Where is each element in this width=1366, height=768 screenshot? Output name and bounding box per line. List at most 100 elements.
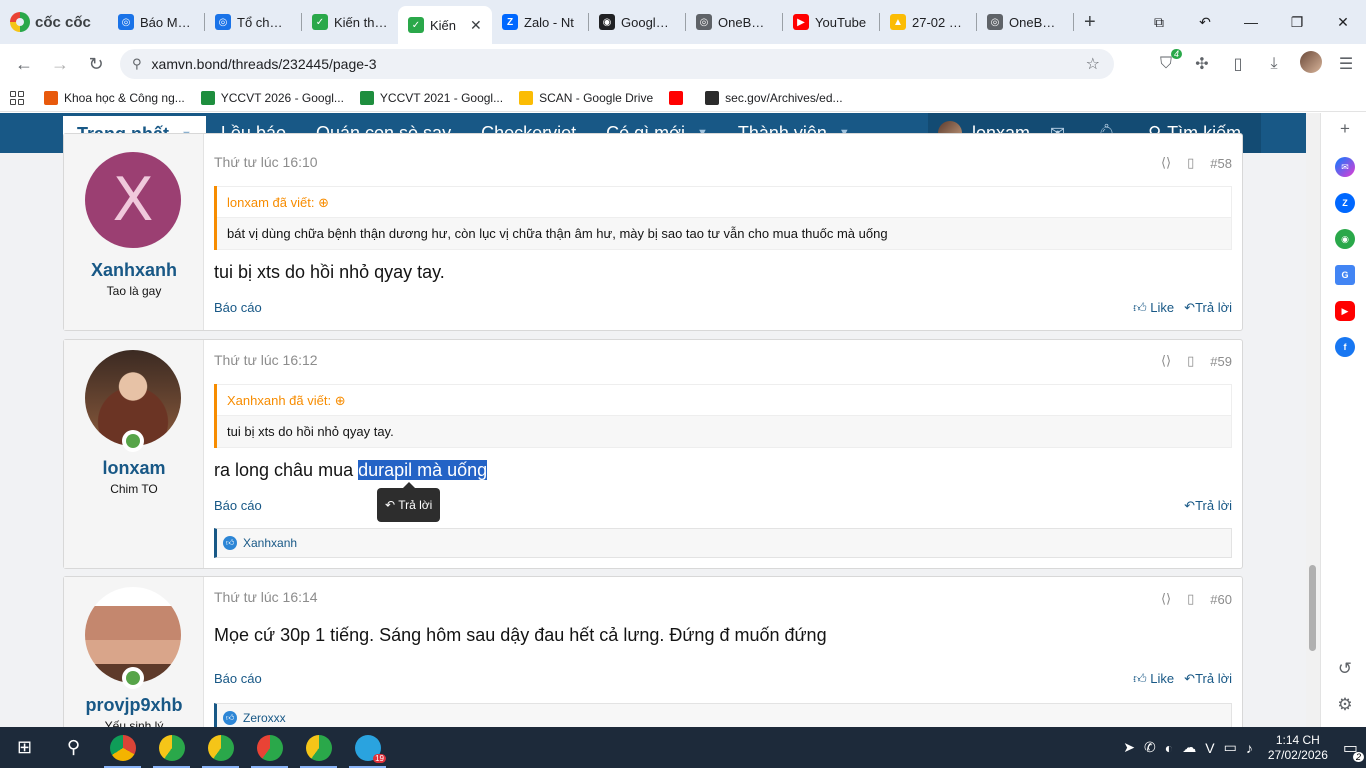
browser-tab[interactable]: Z Zalo - Nt (492, 0, 588, 44)
post-number[interactable]: #60 (1210, 592, 1232, 607)
volume-tray-icon[interactable]: ♪ (1246, 740, 1253, 756)
bookmark-icon[interactable]: ▯ (1187, 353, 1194, 369)
youtube-icon[interactable]: ▶ (1335, 301, 1355, 321)
split-view-icon[interactable]: ▯ (1228, 54, 1248, 74)
bookmark-item[interactable]: SCAN - Google Drive (511, 90, 661, 105)
post-number[interactable]: #58 (1210, 156, 1232, 171)
coccoc-logo-icon (10, 12, 30, 32)
new-tab-button[interactable]: + (1074, 11, 1106, 34)
address-url[interactable]: xamvn.bond/threads/232445/page-3 (152, 56, 377, 72)
search-icon[interactable]: ⚲ (49, 727, 98, 768)
vpn-tray-icon[interactable]: V (1205, 740, 1214, 756)
browser-brand[interactable]: cốc cốc (0, 0, 108, 44)
close-window-icon[interactable]: ✕ (1320, 14, 1366, 31)
add-panel-icon[interactable]: + (1335, 119, 1355, 139)
browser-tab[interactable]: ◎ OneBSS - (977, 0, 1073, 44)
notification-center-icon[interactable]: ▭ 2 (1343, 738, 1364, 762)
bookmark-icon[interactable]: ▯ (1187, 591, 1194, 607)
bookmark-item[interactable] (661, 90, 697, 105)
browser-tab[interactable]: ✓ Kiến thức (302, 0, 398, 44)
viber-tray-icon[interactable]: ✆ (1144, 739, 1156, 756)
author-name[interactable]: lonxam (64, 458, 204, 479)
post-date[interactable]: Thứ tư lúc 16:10 (214, 154, 318, 170)
bookmark-icon[interactable]: ▯ (1187, 155, 1194, 171)
arrow-up-circle-icon[interactable]: ⊕ (335, 393, 346, 408)
reply-button[interactable]: ↶Trả lời (1184, 671, 1232, 687)
reacted-user[interactable]: Xanhxanh (243, 536, 297, 550)
adblock-extension-icon[interactable]: ⛉ 4 (1156, 49, 1182, 73)
reacted-user[interactable]: Zeroxxx (243, 711, 286, 725)
browser-tab[interactable]: ◎ OneBSS - (686, 0, 782, 44)
report-link[interactable]: Báo cáo (214, 498, 262, 513)
bookmark-star-icon[interactable]: ☆ (1086, 54, 1100, 74)
taskbar-clock[interactable]: 1:14 CH 27/02/2026 (1262, 733, 1334, 763)
author-name[interactable]: Xanhxanh (64, 260, 204, 281)
forward-icon[interactable]: → (42, 54, 78, 75)
browser-tab[interactable]: ▲ 27-02 - G (880, 0, 976, 44)
telegram-app-icon[interactable]: 19 (343, 727, 392, 768)
coccoc-profile-3-icon[interactable] (245, 727, 294, 768)
bookmark-item[interactable]: YCCVT 2021 - Googl... (352, 90, 511, 105)
share-icon[interactable]: ⟨⟩ (1161, 353, 1171, 369)
history-icon[interactable]: ↺ (1335, 659, 1355, 679)
page-scrollbar[interactable] (1306, 113, 1320, 727)
reload-icon[interactable]: ↻ (78, 54, 114, 75)
post-actions: 👍︎ Like ↶Trả lời (1133, 300, 1232, 316)
quote-author-label: lonxam đã viết: (227, 195, 315, 210)
share-icon[interactable]: ⟨⟩ (1161, 591, 1171, 607)
post-body-text: ra long châu mua (214, 460, 359, 480)
chrome-app-icon[interactable] (98, 727, 147, 768)
download-icon[interactable]: ⤓ (1264, 55, 1284, 73)
share-icon[interactable]: ⟨⟩ (1161, 155, 1171, 171)
browser-tab[interactable]: ✓ Kiến ✕ (398, 6, 492, 44)
browser-tab[interactable]: ◉ Google N (589, 0, 685, 44)
profile-avatar[interactable] (1300, 50, 1322, 78)
extensions-puzzle-icon[interactable]: ✣ (1192, 54, 1212, 74)
onedrive-tray-icon[interactable]: ☁ (1182, 739, 1196, 756)
scrollbar-thumb[interactable] (1309, 565, 1316, 651)
report-link[interactable]: Báo cáo (214, 671, 262, 686)
browser-tab[interactable]: ◎ Báo Mới - (108, 0, 204, 44)
coccoc-app-icon[interactable] (147, 727, 196, 768)
back-history-icon[interactable]: ↶ (1182, 14, 1228, 31)
arrow-up-circle-icon[interactable]: ⊕ (318, 195, 329, 210)
back-icon[interactable]: ← (6, 54, 42, 75)
apps-grid-icon[interactable] (10, 90, 24, 105)
windows-start-icon[interactable]: ⊞ (0, 727, 49, 768)
address-bar[interactable]: ⚲ xamvn.bond/threads/232445/page-3 ☆ (120, 49, 1114, 79)
bookmark-item[interactable]: Khoa học & Công ng... (36, 90, 193, 105)
post-number[interactable]: #59 (1210, 354, 1232, 369)
coccoc-profile-2-icon[interactable] (196, 727, 245, 768)
report-link[interactable]: Báo cáo (214, 300, 262, 315)
tab-close-icon[interactable]: ✕ (470, 17, 482, 34)
minimize-icon[interactable]: — (1228, 14, 1274, 30)
author-name[interactable]: provjp9xhb (64, 695, 204, 716)
browser-tab[interactable]: ◎ Tổ chức l (205, 0, 301, 44)
quote-author[interactable]: Xanhxanh đã viết: ⊕ (217, 384, 1232, 416)
google-translate-icon[interactable]: G (1335, 265, 1355, 285)
author-avatar[interactable]: X (85, 152, 181, 248)
like-button[interactable]: 👍︎ Like (1133, 300, 1174, 316)
telegram-tray-icon[interactable]: ➤ (1123, 739, 1135, 756)
game-icon[interactable]: ◉ (1335, 229, 1355, 249)
like-button[interactable]: 👍︎ Like (1133, 671, 1174, 687)
zalo-icon[interactable]: Z (1335, 193, 1355, 213)
browser-tab[interactable]: ▶ YouTube (783, 0, 879, 44)
reply-button[interactable]: ↶Trả lời (1184, 300, 1232, 316)
messenger-icon[interactable]: ✉ (1335, 157, 1355, 177)
coccoc-profile-4-icon[interactable] (294, 727, 343, 768)
edge-tray-icon[interactable]: ◐ (1165, 740, 1173, 756)
network-tray-icon[interactable]: ▭ (1224, 739, 1237, 756)
quote-author[interactable]: lonxam đã viết: ⊕ (217, 186, 1232, 218)
post-date[interactable]: Thứ tư lúc 16:12 (214, 352, 318, 368)
restore-icon[interactable]: ❐ (1274, 14, 1320, 31)
reply-button[interactable]: ↶Trả lời (1184, 498, 1232, 514)
bookmark-item[interactable]: sec.gov/Archives/ed... (697, 90, 850, 105)
facebook-icon[interactable]: f (1335, 337, 1355, 357)
post-date[interactable]: Thứ tư lúc 16:14 (214, 589, 318, 605)
site-info-icon[interactable]: ⚲ (132, 56, 142, 72)
settings-gear-icon[interactable]: ⚙ (1335, 695, 1355, 715)
menu-icon[interactable]: ☰ (1336, 54, 1356, 74)
tab-search-icon[interactable]: ⧉ (1136, 14, 1182, 31)
bookmark-item[interactable]: YCCVT 2026 - Googl... (193, 90, 352, 105)
